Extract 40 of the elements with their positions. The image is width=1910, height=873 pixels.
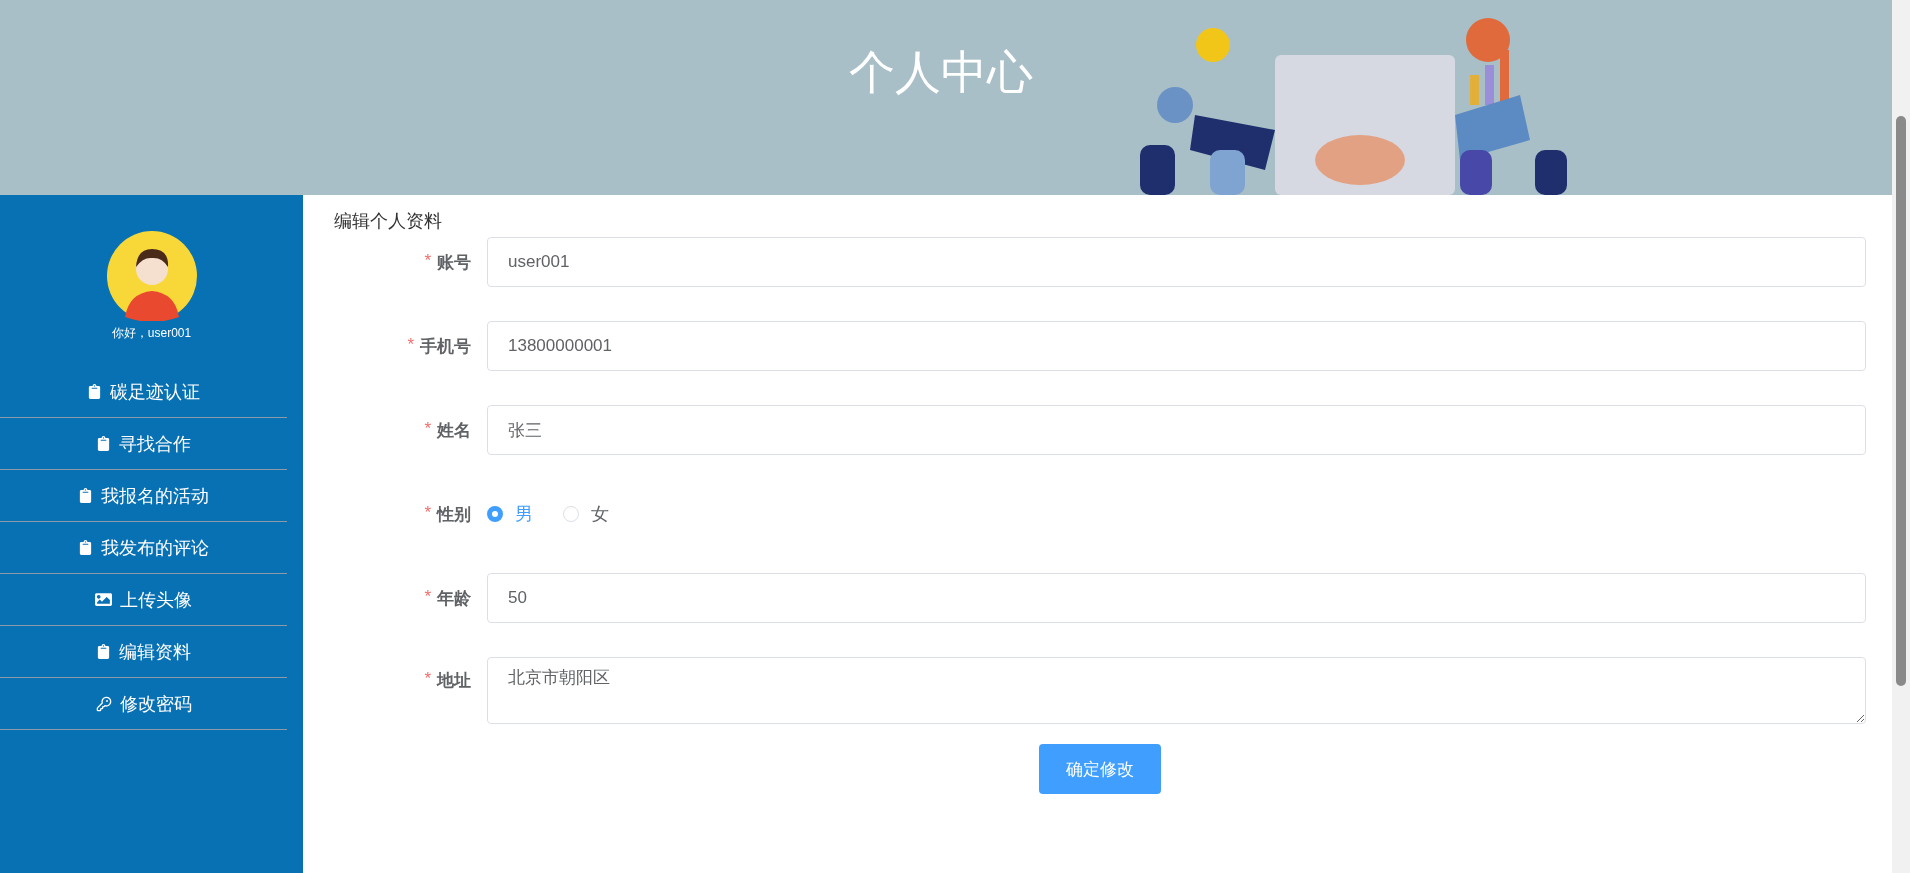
scrollbar-thumb[interactable] — [1896, 116, 1906, 686]
sidebar-item[interactable]: 上传头像 — [0, 574, 287, 626]
field-label: 账号 — [437, 251, 471, 274]
clipboard-icon — [87, 384, 102, 399]
required-mark: * — [424, 669, 431, 690]
sidebar-item[interactable]: 碳足迹认证 — [0, 366, 287, 418]
field-label: 年龄 — [437, 587, 471, 610]
clipboard-icon — [96, 436, 111, 451]
text-field[interactable]: 13800000001 — [487, 321, 1866, 371]
text-field[interactable]: 50 — [487, 573, 1866, 623]
greeting-text: 你好，user001 — [111, 325, 192, 342]
scrollbar[interactable] — [1892, 0, 1910, 873]
image-icon — [95, 591, 112, 608]
radio-label[interactable]: 男 — [515, 502, 533, 526]
field-label: 手机号 — [420, 335, 471, 358]
radio-button[interactable] — [487, 506, 503, 522]
key-icon — [95, 695, 112, 712]
clipboard-icon — [78, 488, 93, 503]
page-title: 个人中心 — [849, 45, 1033, 100]
address-field[interactable]: 北京市朝阳区 — [487, 657, 1866, 724]
field-label: 性别 — [437, 503, 471, 526]
required-mark: * — [424, 502, 431, 524]
clipboard-icon — [96, 644, 111, 659]
field-label: 地址 — [437, 670, 471, 692]
required-mark: * — [424, 586, 431, 608]
sidebar-item[interactable]: 我发布的评论 — [0, 522, 287, 574]
required-mark: * — [424, 250, 431, 272]
text-field[interactable]: 张三 — [487, 405, 1866, 455]
field-label: 姓名 — [437, 419, 471, 442]
required-mark: * — [407, 334, 414, 356]
radio-label[interactable]: 女 — [591, 502, 609, 526]
submit-button[interactable]: 确定修改 — [1039, 744, 1161, 794]
sidebar-item[interactable]: 编辑资料 — [0, 626, 287, 678]
sidebar-item[interactable]: 我报名的活动 — [0, 470, 287, 522]
form-title: 编辑个人资料 — [334, 210, 443, 233]
sidebar-item[interactable]: 寻找合作 — [0, 418, 287, 470]
text-field[interactable]: user001 — [487, 237, 1866, 287]
required-mark: * — [424, 418, 431, 440]
clipboard-icon — [78, 540, 93, 555]
sidebar-item[interactable]: 修改密码 — [0, 678, 287, 730]
